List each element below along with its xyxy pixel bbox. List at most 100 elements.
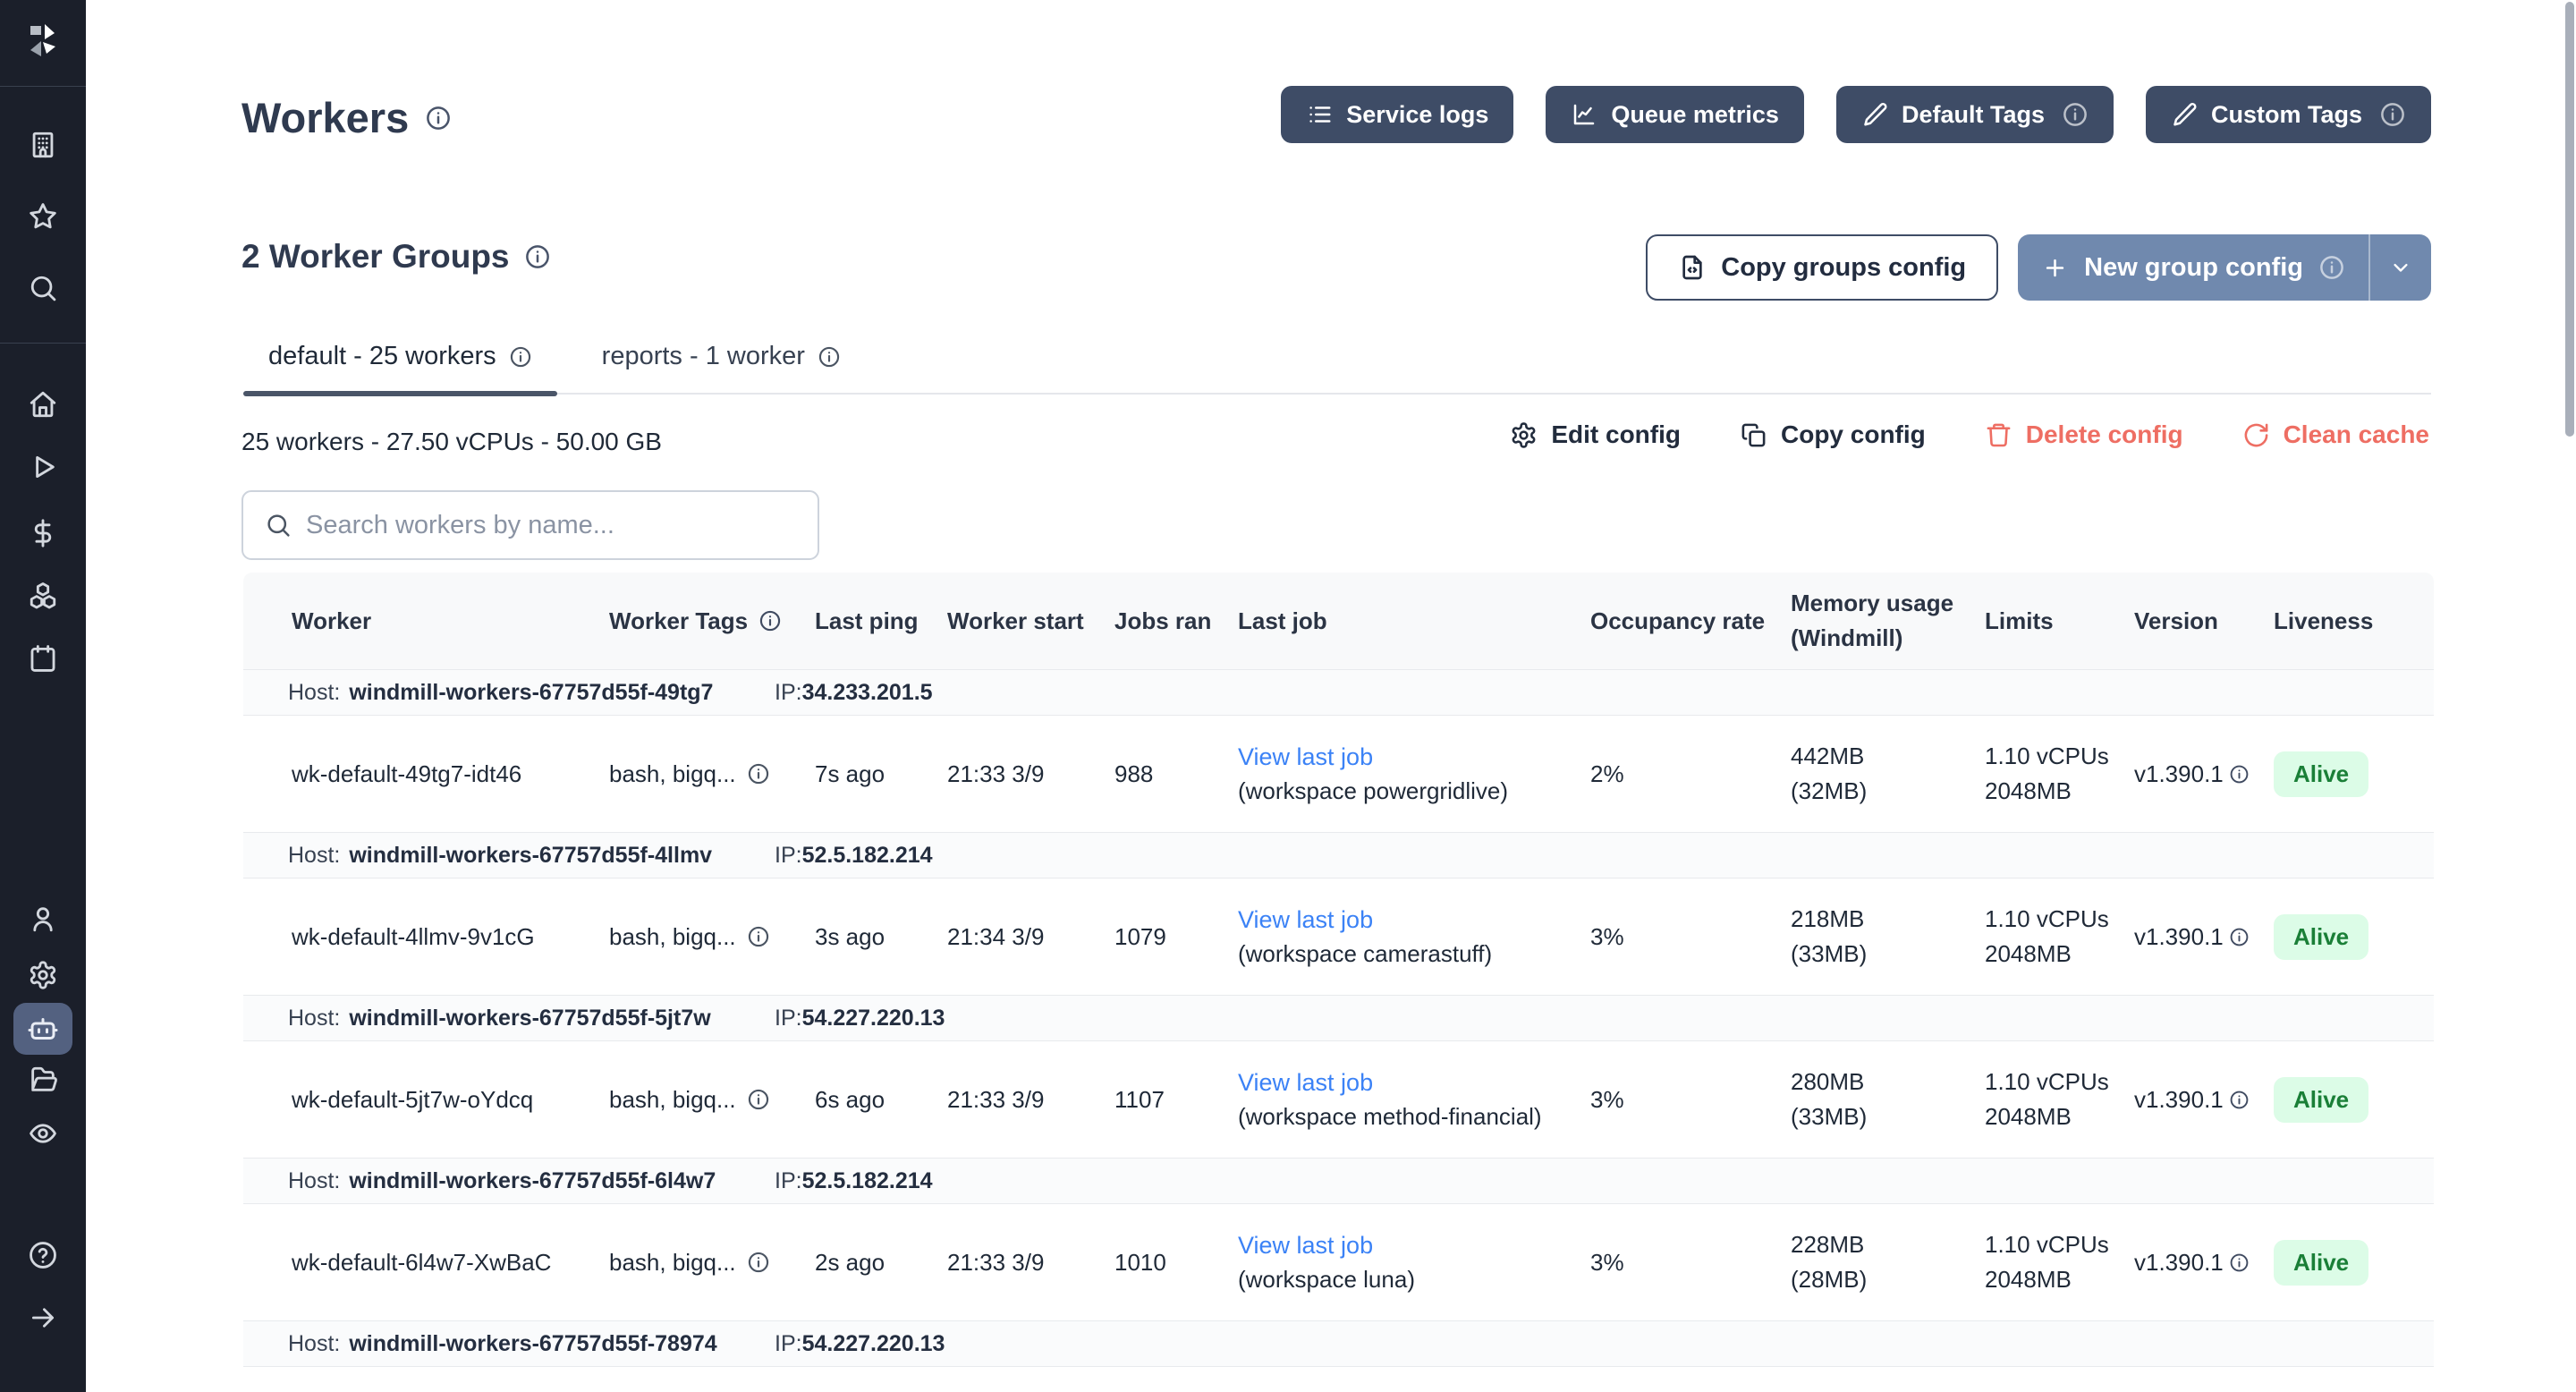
hostname: windmill-workers-67757d55f-4llmv — [349, 843, 712, 869]
view-last-job-link[interactable]: View last job — [1238, 743, 1373, 770]
custom-tags-button[interactable]: Custom Tags — [2146, 86, 2431, 143]
sidebar-item-runs[interactable] — [0, 452, 86, 482]
info-icon[interactable] — [758, 609, 782, 632]
last-job-workspace: (workspace method-financial) — [1238, 1100, 1581, 1134]
col-jobs-ran: Jobs ran — [1114, 607, 1238, 635]
group-config-buttons: Copy groups config New group config — [1646, 234, 2431, 301]
info-icon[interactable] — [747, 925, 770, 948]
col-worker: Worker — [243, 607, 609, 635]
occupancy-rate: 3% — [1590, 1086, 1791, 1114]
last-job: View last job (workspace powergridlive) — [1238, 740, 1590, 809]
worker-tags: bash, bigq... — [609, 1086, 815, 1114]
sidebar-divider — [0, 86, 86, 87]
default-tags-button[interactable]: Default Tags — [1836, 86, 2114, 143]
copy-groups-config-button[interactable]: Copy groups config — [1646, 234, 1998, 301]
worker-name: wk-default-49tg7-idt46 — [243, 760, 609, 788]
view-last-job-link[interactable]: View last job — [1238, 1232, 1373, 1259]
workers-page: Workers Service logs Queue metrics Defau… — [0, 0, 2576, 1392]
sidebar-item-workspace[interactable] — [0, 130, 86, 160]
info-icon[interactable] — [524, 243, 551, 270]
memory-usage: 280MB (33MB) — [1791, 1065, 1985, 1134]
version: v1.390.1 — [2134, 760, 2274, 788]
tab-default[interactable]: default - 25 workers — [243, 333, 557, 393]
windmill-logo[interactable] — [0, 20, 86, 63]
alive-badge: Alive — [2274, 1240, 2368, 1286]
queue-metrics-button[interactable]: Queue metrics — [1546, 86, 1804, 143]
sidebar-item-variables[interactable] — [0, 518, 86, 548]
last-job: View last job (workspace camerastuff) — [1238, 903, 1590, 972]
view-last-job-link[interactable]: View last job — [1238, 1069, 1373, 1096]
host-row: Host: windmill-workers-67757d55f-5jt7w I… — [243, 995, 2434, 1041]
config-actions: Edit config Copy config Delete config Cl… — [1510, 420, 2429, 449]
host-ip: 34.233.201.5 — [802, 680, 933, 705]
liveness: Alive — [2274, 914, 2434, 960]
version: v1.390.1 — [2134, 923, 2274, 951]
jobs-ran: 1107 — [1114, 1086, 1238, 1114]
tab-reports-label: reports - 1 worker — [602, 342, 805, 371]
col-last-job: Last job — [1238, 607, 1590, 635]
info-icon[interactable] — [818, 345, 841, 369]
sidebar-item-audit-logs[interactable] — [0, 1118, 86, 1149]
sidebar-item-users[interactable] — [0, 904, 86, 934]
info-icon[interactable] — [747, 762, 770, 785]
sidebar-item-resources[interactable] — [0, 581, 86, 611]
occupancy-rate: 2% — [1590, 760, 1791, 788]
info-icon[interactable] — [2318, 254, 2345, 281]
memory-usage: 218MB (33MB) — [1791, 902, 1985, 972]
host-ip: 52.5.182.214 — [802, 1168, 933, 1193]
header-buttons: Service logs Queue metrics Default Tags … — [1281, 86, 2431, 143]
info-icon[interactable] — [747, 1251, 770, 1274]
worker-tags: bash, bigq... — [609, 760, 815, 788]
search-workers-input[interactable] — [306, 511, 796, 540]
sidebar-item-favorites[interactable] — [0, 201, 86, 232]
col-worker-tags: Worker Tags — [609, 607, 815, 635]
hostname: windmill-workers-67757d55f-78974 — [349, 1331, 716, 1357]
view-last-job-link[interactable]: View last job — [1238, 906, 1373, 933]
liveness: Alive — [2274, 1240, 2434, 1286]
info-icon[interactable] — [425, 105, 452, 132]
host-row: Host: windmill-workers-67757d55f-6l4w7 I… — [243, 1158, 2434, 1204]
pencil-icon — [1861, 101, 1888, 128]
jobs-ran: 1010 — [1114, 1249, 1238, 1277]
worker-start: 21:33 3/9 — [947, 760, 1114, 788]
sidebar-item-help[interactable] — [0, 1240, 86, 1270]
worker-groups-title: 2 Worker Groups — [242, 238, 551, 276]
sidebar-item-home[interactable] — [0, 389, 86, 420]
info-icon[interactable] — [2229, 764, 2250, 785]
copy-config-button[interactable]: Copy config — [1740, 420, 1926, 449]
queue-metrics-label: Queue metrics — [1611, 101, 1779, 129]
page-title: Workers — [242, 93, 452, 142]
sidebar-item-settings[interactable] — [0, 960, 86, 990]
host-row: Host: windmill-workers-67757d55f-78974 I… — [243, 1320, 2434, 1367]
sidebar-item-folders[interactable] — [0, 1065, 86, 1095]
info-icon[interactable] — [2229, 1090, 2250, 1110]
jobs-ran: 1079 — [1114, 923, 1238, 951]
vertical-scrollbar[interactable] — [2565, 2, 2574, 437]
info-icon[interactable] — [509, 345, 532, 369]
last-ping: 3s ago — [815, 923, 947, 951]
sidebar-item-schedules[interactable] — [0, 643, 86, 674]
new-group-config-button[interactable]: New group config — [2018, 234, 2431, 301]
info-icon[interactable] — [747, 1088, 770, 1111]
sidebar-item-search[interactable] — [0, 273, 86, 303]
info-icon[interactable] — [2379, 101, 2406, 128]
worker-start: 21:33 3/9 — [947, 1086, 1114, 1114]
edit-config-button[interactable]: Edit config — [1510, 420, 1681, 449]
list-icon — [1306, 101, 1333, 128]
alive-badge: Alive — [2274, 751, 2368, 797]
delete-config-button[interactable]: Delete config — [1985, 420, 2183, 449]
tab-reports[interactable]: reports - 1 worker — [577, 333, 866, 393]
info-icon[interactable] — [2229, 1252, 2250, 1273]
new-group-config-dropdown[interactable] — [2370, 234, 2431, 301]
clean-cache-button[interactable]: Clean cache — [2242, 420, 2429, 449]
info-icon[interactable] — [2062, 101, 2089, 128]
info-icon[interactable] — [2229, 927, 2250, 947]
sidebar-item-workers-active[interactable] — [13, 1003, 72, 1055]
service-logs-button[interactable]: Service logs — [1281, 86, 1513, 143]
jobs-ran: 988 — [1114, 760, 1238, 788]
sidebar-expand-button[interactable] — [0, 1303, 86, 1333]
worker-start: 21:34 3/9 — [947, 923, 1114, 951]
pencil-icon — [2171, 101, 2198, 128]
custom-tags-label: Custom Tags — [2211, 101, 2362, 129]
copy-icon — [1740, 421, 1767, 449]
